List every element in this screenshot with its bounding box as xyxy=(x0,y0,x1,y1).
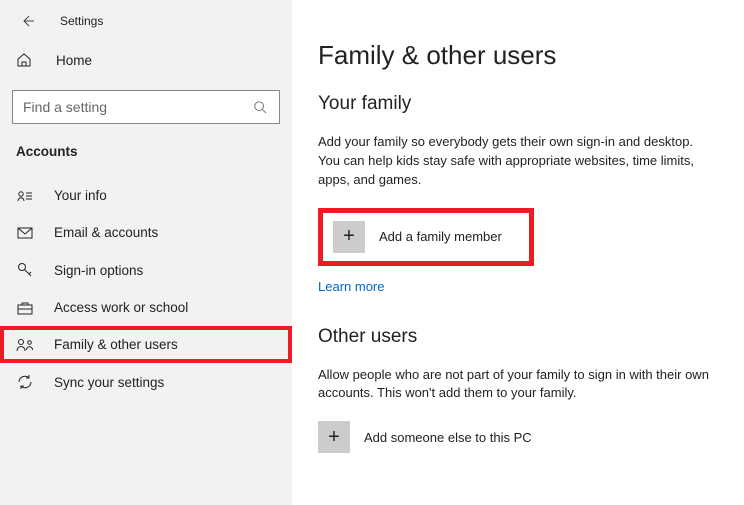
search-box[interactable] xyxy=(12,90,280,124)
sidebar-item-your-info[interactable]: Your info xyxy=(0,177,292,214)
family-description: Add your family so everybody gets their … xyxy=(318,133,718,190)
add-family-label: Add a family member xyxy=(379,229,502,244)
learn-more-link[interactable]: Learn more xyxy=(318,279,384,294)
sync-icon xyxy=(16,374,34,390)
window-title: Settings xyxy=(60,14,103,28)
home-link[interactable]: Home xyxy=(0,44,292,76)
home-icon xyxy=(16,52,34,68)
add-other-user-button[interactable]: + Add someone else to this PC xyxy=(318,421,722,453)
sidebar-item-family-other-users[interactable]: Family & other users xyxy=(0,326,292,363)
page-title: Family & other users xyxy=(318,40,722,71)
sidebar-item-access-work-school[interactable]: Access work or school xyxy=(0,289,292,326)
section-other-users: Other users xyxy=(318,326,722,348)
home-label: Home xyxy=(56,53,92,68)
arrow-left-icon xyxy=(19,13,35,29)
main-panel: Family & other users Your family Add you… xyxy=(292,0,744,505)
search-wrap xyxy=(12,90,280,124)
sidebar-item-label: Access work or school xyxy=(54,300,188,315)
sidebar-item-sync-settings[interactable]: Sync your settings xyxy=(0,363,292,401)
briefcase-icon xyxy=(16,301,34,315)
plus-icon: + xyxy=(318,421,350,453)
section-header: Accounts xyxy=(0,144,292,159)
family-icon xyxy=(16,338,34,352)
sidebar-item-label: Family & other users xyxy=(54,337,178,352)
sidebar-item-label: Sync your settings xyxy=(54,375,164,390)
search-icon xyxy=(251,100,269,114)
email-icon xyxy=(16,227,34,239)
sidebar-item-email-accounts[interactable]: Email & accounts xyxy=(0,214,292,251)
sidebar-item-label: Your info xyxy=(54,188,107,203)
add-other-label: Add someone else to this PC xyxy=(364,430,532,445)
search-input[interactable] xyxy=(23,99,251,115)
sidebar-item-label: Email & accounts xyxy=(54,225,158,240)
plus-icon: + xyxy=(333,221,365,253)
sidebar-item-signin-options[interactable]: Sign-in options xyxy=(0,251,292,289)
section-your-family: Your family xyxy=(318,93,722,115)
sidebar: Settings Home Accounts Your info Email & xyxy=(0,0,292,505)
sidebar-item-label: Sign-in options xyxy=(54,263,143,278)
key-icon xyxy=(16,262,34,278)
add-family-member-button[interactable]: + Add a family member xyxy=(318,208,534,266)
other-users-description: Allow people who are not part of your fa… xyxy=(318,366,718,404)
person-card-icon xyxy=(16,190,34,202)
titlebar: Settings xyxy=(0,6,292,44)
back-button[interactable] xyxy=(18,12,36,30)
nav-list: Your info Email & accounts Sign-in optio… xyxy=(0,177,292,401)
